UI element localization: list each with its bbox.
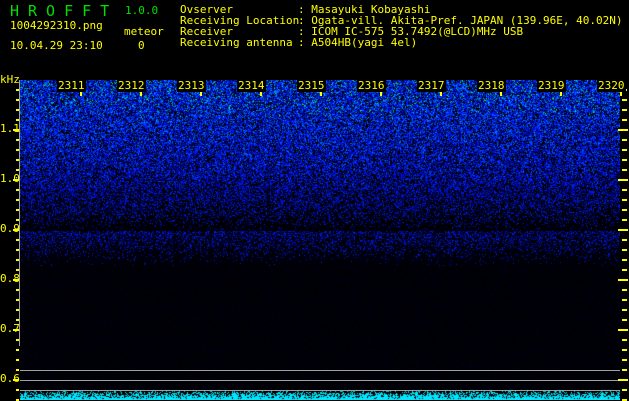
freq-tick [622, 319, 627, 321]
time-label: 2320 [597, 79, 626, 92]
time-tick [500, 92, 502, 96]
freq-tick [13, 129, 19, 131]
freq-tick [622, 209, 627, 211]
freq-tick [16, 89, 19, 91]
freq-unit-label: kHz [0, 73, 20, 86]
meteor-label: meteor [124, 25, 164, 38]
time-tick [380, 92, 382, 96]
freq-tick [13, 379, 19, 381]
freq-tick [16, 359, 19, 361]
freq-tick [13, 179, 19, 181]
freq-tick [16, 149, 19, 151]
time-label: 2316 [357, 79, 386, 92]
freq-tick [622, 359, 627, 361]
freq-tick [618, 279, 628, 281]
freq-tick [622, 349, 627, 351]
freq-tick [622, 389, 627, 391]
freq-tick [622, 109, 627, 111]
time-label: 2317 [417, 79, 446, 92]
freq-tick [16, 299, 19, 301]
filename: 1004292310.png [10, 19, 103, 32]
freq-tick [16, 289, 19, 291]
time-label: 2312 [117, 79, 146, 92]
freq-tick [16, 159, 19, 161]
freq-tick [16, 109, 19, 111]
freq-tick [622, 299, 627, 301]
freq-tick [16, 239, 19, 241]
freq-tick [13, 279, 19, 281]
freq-tick [16, 259, 19, 261]
time-label: 2313 [177, 79, 206, 92]
freq-tick [16, 99, 19, 101]
freq-tick [622, 189, 627, 191]
app-title: HROFFT [10, 2, 119, 20]
time-label: 2311 [57, 79, 86, 92]
freq-tick [622, 159, 627, 161]
separator: : [298, 36, 312, 49]
freq-tick [16, 199, 19, 201]
info-value: A504HB(yagi 4el) [311, 36, 418, 49]
time-label: 2315 [297, 79, 326, 92]
freq-tick [622, 309, 627, 311]
freq-tick [618, 329, 628, 331]
freq-tick [622, 249, 627, 251]
time-label: 2314 [237, 79, 266, 92]
time-tick [440, 92, 442, 96]
freq-tick [618, 179, 628, 181]
freq-tick [622, 269, 627, 271]
time-label: 2319 [537, 79, 566, 92]
info-label: Receiving antenna [180, 36, 293, 49]
freq-tick [13, 229, 19, 231]
freq-tick [618, 229, 628, 231]
freq-tick [618, 129, 628, 131]
freq-tick [622, 99, 627, 101]
freq-tick [16, 269, 19, 271]
datetime: 10.04.29 23:10 [10, 39, 103, 52]
time-label: 2318 [477, 79, 506, 92]
freq-tick [16, 369, 19, 371]
freq-tick [16, 309, 19, 311]
reference-line [20, 370, 620, 371]
axis-line [19, 80, 20, 346]
freq-tick [16, 319, 19, 321]
freq-tick [16, 189, 19, 191]
time-tick [560, 92, 562, 96]
freq-tick [622, 289, 627, 291]
freq-tick [16, 349, 19, 351]
time-tick [80, 92, 82, 96]
freq-tick [622, 139, 627, 141]
time-tick [140, 92, 142, 96]
freq-tick [16, 389, 19, 391]
time-tick [320, 92, 322, 96]
freq-tick [622, 149, 627, 151]
meteor-count: 0 [138, 39, 145, 52]
reference-line [20, 380, 620, 381]
freq-tick [622, 199, 627, 201]
freq-tick [16, 209, 19, 211]
app-version: 1.0.0 [125, 4, 159, 17]
freq-tick [622, 239, 627, 241]
reference-line [20, 390, 620, 391]
freq-tick [622, 119, 627, 121]
freq-tick [16, 219, 19, 221]
freq-tick [16, 169, 19, 171]
freq-tick [622, 169, 627, 171]
time-tick [260, 92, 262, 96]
time-tick [200, 92, 202, 96]
freq-tick [622, 369, 627, 371]
info-row: Receiving antenna: A504HB(yagi 4el) [180, 37, 417, 48]
time-tick [620, 92, 622, 96]
freq-tick [622, 259, 627, 261]
spectrogram [20, 80, 620, 400]
freq-tick [622, 219, 627, 221]
freq-tick [16, 119, 19, 121]
freq-tick [622, 339, 627, 341]
freq-tick [16, 139, 19, 141]
freq-tick [618, 379, 628, 381]
freq-tick [16, 339, 19, 341]
freq-tick [13, 329, 19, 331]
freq-tick [16, 249, 19, 251]
